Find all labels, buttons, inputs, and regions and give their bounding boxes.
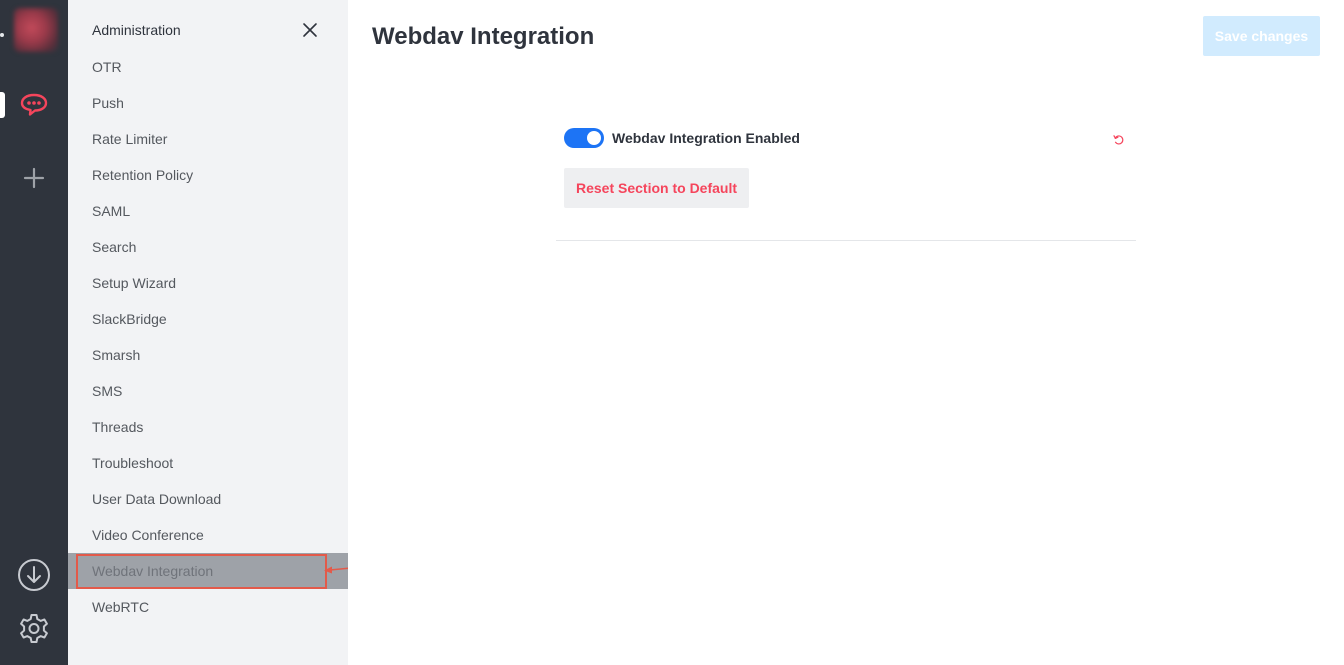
sidebar-item-push[interactable]: Push — [68, 85, 348, 121]
gear-icon[interactable] — [16, 611, 52, 647]
toggle-knob — [587, 131, 601, 145]
sidebar-item-troubleshoot[interactable]: Troubleshoot — [68, 445, 348, 481]
rail-indicator-dot — [0, 33, 4, 37]
page-title: Webdav Integration — [372, 23, 595, 50]
sidebar-title: Administration — [92, 22, 181, 38]
plus-icon[interactable] — [19, 163, 49, 193]
sidebar-item-setup-wizard[interactable]: Setup Wizard — [68, 265, 348, 301]
sidebar-item-webdav-integration[interactable]: Webdav Integration — [68, 553, 348, 589]
download-icon[interactable] — [16, 557, 52, 593]
sidebar-item-saml[interactable]: SAML — [68, 193, 348, 229]
webdav-enabled-toggle[interactable] — [564, 128, 604, 148]
sidebar-item-webrtc[interactable]: WebRTC — [68, 589, 348, 625]
sidebar-item-video-conference[interactable]: Video Conference — [68, 517, 348, 553]
sidebar-item-user-data-download[interactable]: User Data Download — [68, 481, 348, 517]
admin-sidebar: Administration OTR Push Rate Limiter Ret… — [68, 0, 348, 665]
sidebar-item-threads[interactable]: Threads — [68, 409, 348, 445]
save-button[interactable]: Save changes — [1203, 16, 1320, 56]
sidebar-item-search[interactable]: Search — [68, 229, 348, 265]
sidebar-item-otr[interactable]: OTR — [68, 49, 348, 85]
workspace-avatar[interactable] — [14, 8, 58, 52]
sidebar-item-rate-limiter[interactable]: Rate Limiter — [68, 121, 348, 157]
sidebar-item-smarsh[interactable]: Smarsh — [68, 337, 348, 373]
sidebar-item-sms[interactable]: SMS — [68, 373, 348, 409]
rail-active-indicator — [0, 92, 5, 118]
reset-icon[interactable] — [1113, 133, 1125, 145]
chat-icon[interactable] — [16, 88, 52, 122]
close-icon[interactable] — [300, 20, 320, 40]
app-rail — [0, 0, 68, 665]
setting-label: Webdav Integration Enabled — [612, 130, 800, 146]
section-divider — [556, 240, 1136, 241]
sidebar-item-retention-policy[interactable]: Retention Policy — [68, 157, 348, 193]
main-content: Webdav Integration Save changes Webdav I… — [348, 0, 1344, 665]
reset-section-button[interactable]: Reset Section to Default — [564, 168, 749, 208]
sidebar-item-slackbridge[interactable]: SlackBridge — [68, 301, 348, 337]
